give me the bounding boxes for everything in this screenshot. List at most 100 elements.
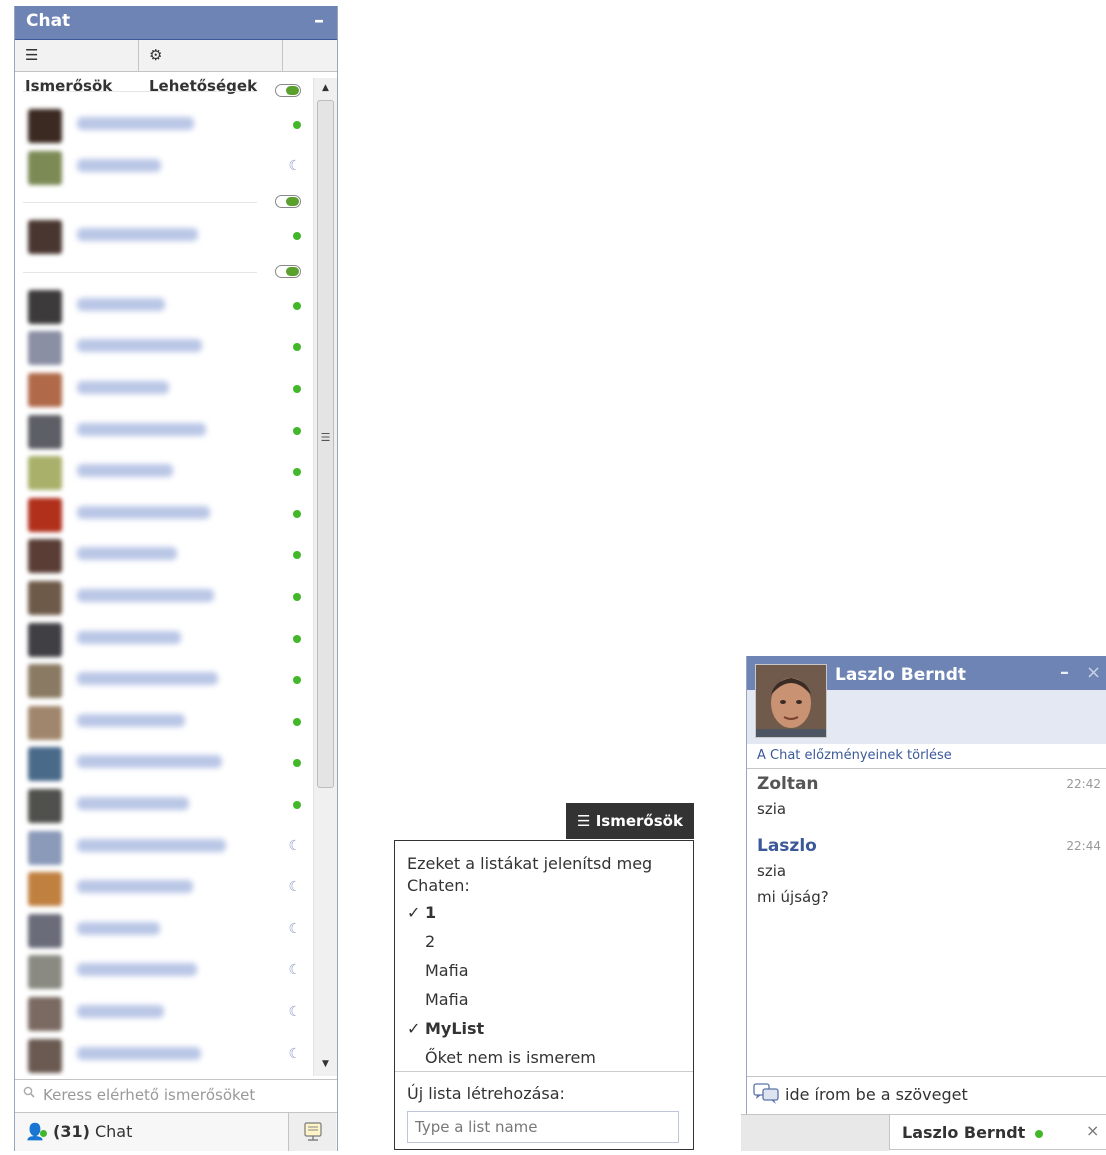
search-row bbox=[15, 1079, 337, 1112]
list-option[interactable]: ✓ 1 bbox=[407, 899, 677, 927]
close-icon[interactable]: × bbox=[1086, 1121, 1099, 1140]
online-dot-icon bbox=[293, 591, 301, 601]
friend-row[interactable] bbox=[23, 287, 309, 325]
scroll-up-arrow-icon[interactable]: ▲ bbox=[314, 78, 337, 98]
toggle-icon[interactable] bbox=[275, 84, 301, 97]
friend-row[interactable] bbox=[23, 453, 309, 491]
friend-name-blurred bbox=[77, 838, 226, 852]
friend-name-blurred bbox=[77, 1046, 201, 1060]
friend-row[interactable] bbox=[23, 620, 309, 658]
friend-row[interactable]: ☾ bbox=[23, 828, 309, 866]
idle-moon-icon: ☾ bbox=[288, 157, 301, 174]
friend-name-blurred bbox=[77, 339, 202, 353]
message-sender[interactable]: Zoltan bbox=[757, 774, 1101, 794]
friend-name-blurred bbox=[77, 547, 177, 561]
online-dot-icon bbox=[293, 341, 301, 351]
chat-status-label: Chat bbox=[94, 1122, 133, 1141]
list-option-label: Mafia bbox=[425, 990, 469, 1009]
friend-row[interactable] bbox=[23, 578, 309, 616]
list-option[interactable]: ✓ MyList bbox=[407, 1015, 677, 1043]
search-input[interactable] bbox=[43, 1084, 323, 1106]
friend-row[interactable]: ☾ bbox=[23, 148, 309, 186]
conversation-header[interactable]: Laszlo Berndt – × bbox=[747, 656, 1106, 744]
friend-row[interactable] bbox=[23, 744, 309, 782]
chat-header[interactable]: Chat – bbox=[15, 6, 337, 40]
friend-row[interactable]: ☾ bbox=[23, 911, 309, 949]
list-option[interactable]: 2 bbox=[407, 928, 677, 956]
dropdown-friends-tab[interactable]: ☰ Ismerősök bbox=[566, 803, 694, 839]
chat-tab-laszlo[interactable]: Laszlo Berndt × bbox=[889, 1114, 1106, 1150]
online-dot-icon bbox=[293, 757, 301, 767]
avatar bbox=[28, 331, 62, 366]
list-option[interactable]: Mafia bbox=[407, 986, 677, 1014]
new-list-input[interactable] bbox=[407, 1111, 679, 1143]
friend-row[interactable] bbox=[23, 786, 309, 824]
online-dot-icon bbox=[40, 1130, 47, 1137]
avatar bbox=[28, 955, 62, 990]
friend-name-blurred bbox=[77, 117, 194, 130]
close-button[interactable]: × bbox=[1086, 662, 1101, 683]
friend-row[interactable] bbox=[23, 412, 309, 450]
friend-row[interactable] bbox=[23, 703, 309, 741]
friend-name-blurred bbox=[77, 297, 165, 311]
friend-name-blurred bbox=[77, 228, 198, 242]
tab-friends[interactable]: ☰ Ismerősök bbox=[15, 40, 139, 95]
online-dot-icon bbox=[293, 300, 301, 310]
chat-title: Chat bbox=[26, 11, 71, 31]
minimize-button[interactable]: – bbox=[1060, 662, 1069, 683]
friend-name-blurred bbox=[77, 755, 222, 769]
chat-status-bar[interactable]: 👤 (31) Chat bbox=[15, 1112, 337, 1151]
friend-name-blurred bbox=[77, 880, 193, 894]
friend-row[interactable] bbox=[23, 495, 309, 533]
minimize-button[interactable]: – bbox=[308, 8, 330, 32]
friend-row[interactable] bbox=[23, 217, 309, 255]
avatar bbox=[28, 622, 62, 657]
online-dot-icon bbox=[293, 799, 301, 809]
list-divider bbox=[23, 191, 305, 215]
online-dot-icon bbox=[293, 425, 301, 435]
friend-row[interactable] bbox=[23, 370, 309, 408]
friend-row[interactable]: ☾ bbox=[23, 994, 309, 1032]
checkmark-icon: ✓ bbox=[407, 903, 421, 922]
toggle-icon[interactable] bbox=[275, 195, 301, 209]
friend-row[interactable] bbox=[23, 536, 309, 574]
chat-tab-name: Laszlo Berndt bbox=[902, 1123, 1026, 1142]
scroll-down-arrow-icon[interactable]: ▼ bbox=[314, 1054, 337, 1074]
friend-name-blurred bbox=[77, 381, 169, 394]
idle-moon-icon: ☾ bbox=[288, 1004, 301, 1020]
message-list: Zoltan 22:42 szia Laszlo 22:44 szia mi újság? bbox=[757, 774, 1101, 1074]
divider-line bbox=[23, 202, 257, 204]
list-option[interactable]: Mafia bbox=[407, 957, 677, 985]
conversation-name[interactable]: Laszlo Berndt bbox=[835, 665, 966, 685]
message-sender[interactable]: Laszlo bbox=[757, 836, 1101, 856]
clear-history-link[interactable]: A Chat előzményeinek törlése bbox=[757, 748, 952, 763]
toggle-icon[interactable] bbox=[275, 264, 301, 278]
dropdown-tab-label: Ismerősök bbox=[595, 812, 683, 830]
chat-tabs: ☰ Ismerősök ⚙ Lehetőségek bbox=[15, 40, 337, 95]
friend-row[interactable]: ☾ bbox=[23, 1036, 309, 1074]
scrollbar[interactable]: ▲ ☰ ▼ bbox=[313, 78, 337, 1076]
message-text: szia bbox=[757, 862, 787, 880]
avatar bbox=[28, 539, 62, 574]
list-divider bbox=[23, 80, 305, 104]
list-option-label: 1 bbox=[425, 903, 437, 922]
friend-row[interactable] bbox=[23, 328, 309, 366]
message-input[interactable] bbox=[785, 1083, 1095, 1105]
friend-lists-menu: Ezeket a listákat jelenítsd meg Chaten: … bbox=[394, 840, 694, 1150]
friend-row[interactable] bbox=[23, 661, 309, 699]
friend-row[interactable]: ☾ bbox=[23, 869, 309, 907]
profile-photo[interactable] bbox=[755, 664, 827, 738]
chat-settings-icon bbox=[304, 1122, 322, 1141]
conversation-window: Laszlo Berndt – × A Chat előzményeinek t… bbox=[746, 656, 1106, 1150]
friend-name-blurred bbox=[77, 672, 218, 686]
friend-row[interactable]: ☾ bbox=[23, 952, 309, 990]
avatar bbox=[28, 997, 62, 1031]
avatar bbox=[28, 150, 62, 185]
list-option[interactable]: Őket nem is ismerem bbox=[407, 1044, 677, 1072]
tab-options[interactable]: ⚙ Lehetőségek bbox=[139, 40, 283, 95]
chat-status-text[interactable]: (31) Chat bbox=[53, 1122, 132, 1141]
friend-row[interactable] bbox=[23, 106, 309, 144]
scroll-thumb[interactable]: ☰ bbox=[317, 100, 334, 788]
avatar bbox=[28, 414, 62, 449]
chat-settings-button[interactable] bbox=[288, 1113, 336, 1151]
